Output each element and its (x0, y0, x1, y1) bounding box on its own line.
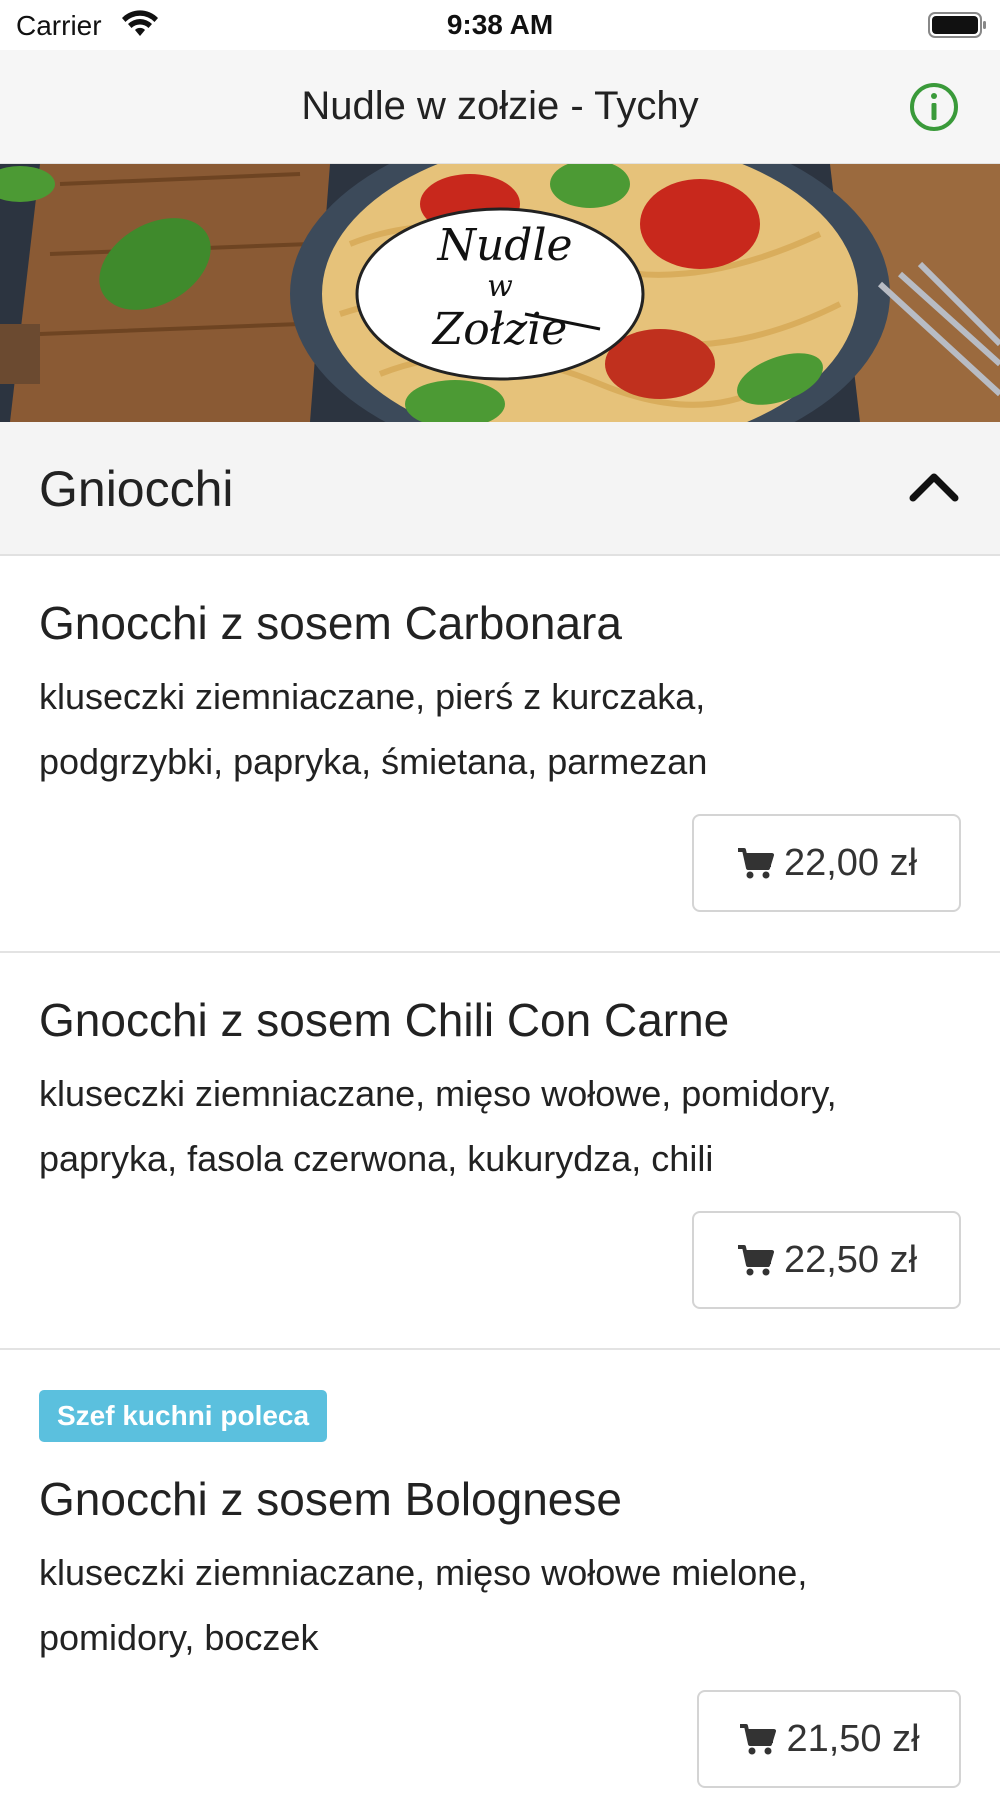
status-time: 9:38 AM (446, 9, 554, 40)
item-description-line1: kluseczki ziemniaczane, pierś z kurczaka… (39, 676, 706, 717)
add-to-cart-button[interactable]: 22,50 zł (692, 1211, 961, 1309)
chef-recommends-badge: Szef kuchni poleca (39, 1390, 328, 1442)
logo-text-line1: Nudle (436, 220, 572, 271)
banner-illustration: Nudle w Zołzie (0, 164, 1000, 422)
page-title: Nudle w zołzie - Tychy (301, 84, 699, 128)
price-label: 22,00 zł (783, 841, 918, 884)
category-header-gnocchi[interactable]: Gniocchi (0, 422, 1000, 556)
status-bar: Carrier 9:38 AM (0, 0, 1000, 50)
cart-icon (737, 848, 774, 879)
item-description-line2: pomidory, boczek (39, 1617, 319, 1658)
cart-icon (740, 1724, 777, 1755)
menu-item: Szef kuchni poleca Gnocchi z sosem Bolog… (0, 1350, 1000, 1810)
logo-text-line3: Zołzie (431, 304, 568, 355)
menu-item: Gnocchi z sosem Chili Con Carne kluseczk… (0, 953, 1000, 1350)
menu-item: Gnocchi z sosem Carbonara kluseczki ziem… (0, 556, 1000, 953)
price-label: 21,50 zł (786, 1717, 920, 1760)
item-name: Gnocchi z sosem Bolognese (39, 1473, 622, 1525)
item-description-line1: kluseczki ziemniaczane, mięso wołowe mie… (39, 1552, 808, 1593)
restaurant-banner-image: Nudle w Zołzie (0, 164, 1000, 422)
item-description-line2: podgrzybki, papryka, śmietana, parmezan (39, 741, 708, 782)
chevron-up-icon[interactable] (908, 466, 960, 506)
nav-bar: Nudle w zołzie - Tychy (0, 50, 1000, 164)
info-circle-icon[interactable] (908, 81, 960, 133)
item-description-line1: kluseczki ziemniaczane, mięso wołowe, po… (39, 1073, 837, 1114)
logo-text-line2: w (487, 269, 513, 304)
cart-icon (737, 1245, 774, 1276)
add-to-cart-button[interactable]: 22,00 zł (692, 814, 961, 912)
item-name: Gnocchi z sosem Chili Con Carne (39, 994, 730, 1046)
item-name: Gnocchi z sosem Carbonara (39, 597, 622, 649)
add-to-cart-button[interactable]: 21,50 zł (697, 1690, 961, 1788)
item-description-line2: papryka, fasola czerwona, kukurydza, chi… (39, 1138, 714, 1179)
price-label: 22,50 zł (783, 1238, 918, 1281)
category-title: Gniocchi (39, 461, 234, 517)
battery-icon (928, 12, 986, 38)
